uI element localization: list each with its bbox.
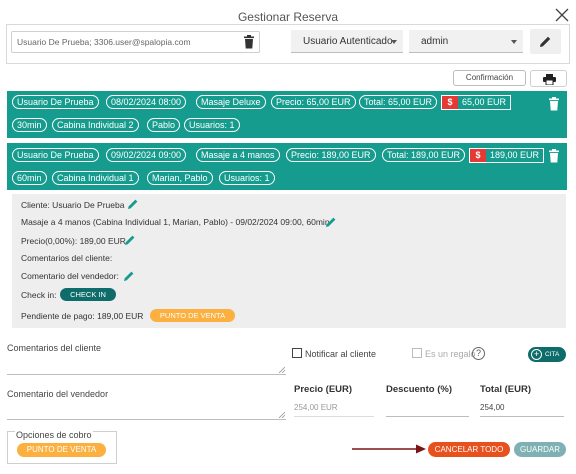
detail-seller-comment: Comentario del vendedor: xyxy=(21,271,119,281)
edit-button[interactable] xyxy=(530,29,561,54)
detail-client-comments: Comentarios del cliente: xyxy=(21,253,113,263)
pencil-icon[interactable] xyxy=(325,216,337,228)
paid-badge: $65,00 EUR xyxy=(441,95,512,110)
client-comments-textarea[interactable] xyxy=(7,374,286,375)
printer-icon xyxy=(543,74,556,85)
pencil-icon[interactable] xyxy=(124,234,136,246)
notify-client-label: Notificar al cliente xyxy=(305,349,377,359)
booking-service-chip: Masaje Deluxe xyxy=(196,95,266,109)
booking-staff-chip: Pablo xyxy=(147,118,181,132)
booking-client-chip: Usuario De Prueba xyxy=(12,148,99,162)
gift-checkbox[interactable] xyxy=(412,348,422,358)
detail-service: Masaje a 4 manos (Cabina Individual 1, M… xyxy=(21,217,330,227)
paid-amount: 189,00 EUR xyxy=(486,149,544,162)
pencil-icon xyxy=(540,36,551,47)
operator-value: admin xyxy=(421,36,449,47)
detail-client: Cliente: Usuario De Prueba xyxy=(21,200,125,210)
booking-users-chip: Usuarios: 1 xyxy=(219,171,275,185)
pencil-icon[interactable] xyxy=(123,270,135,282)
gift-label: Es un regalo xyxy=(425,349,476,359)
total-value: 254,00 xyxy=(480,403,505,412)
save-button[interactable]: GUARDAR xyxy=(514,442,566,457)
pos-button[interactable]: PUNTO DE VENTA xyxy=(17,443,106,457)
price-header: Precio (EUR) xyxy=(294,384,353,395)
close-icon[interactable] xyxy=(553,6,571,24)
booking-users-chip: Usuarios: 1 xyxy=(184,118,240,132)
booking-duration-chip: 60min xyxy=(12,171,47,185)
booking-price-chip: Precio: 65,00 EUR xyxy=(271,95,356,109)
chevron-down-icon xyxy=(511,40,517,44)
booking-room-chip: Cabina Individual 1 xyxy=(52,171,139,185)
cita-label: CITA xyxy=(545,351,560,358)
booking-staff-chip: Marian, Pablo xyxy=(147,171,213,185)
user-type-select[interactable]: Usuario Autenticado xyxy=(291,30,403,53)
booking-service-chip: Masaje a 4 manos xyxy=(196,148,280,162)
help-icon[interactable]: ? xyxy=(472,347,485,360)
detail-price: Precio(0,00%): 189,00 EUR xyxy=(21,236,126,246)
dollar-icon: $ xyxy=(442,96,458,109)
dollar-icon: $ xyxy=(470,149,486,162)
payment-options-label: Opciones de cobro xyxy=(15,430,93,440)
detail-checkin-label: Check in: xyxy=(21,290,57,300)
detail-pending-payment: Pendiente de pago: 189,00 EUR xyxy=(21,311,144,321)
booking-duration-chip: 30min xyxy=(12,118,47,132)
trash-icon[interactable] xyxy=(243,35,255,49)
booking-date-chip: 08/02/2024 08:00 xyxy=(106,95,187,109)
booking-total-chip: Total: 189,00 EUR xyxy=(382,148,466,162)
total-header: Total (EUR) xyxy=(480,384,532,395)
price-value: 254,00 EUR xyxy=(294,403,338,412)
dialog-title: Gestionar Reserva xyxy=(237,10,339,24)
resize-handle-icon[interactable] xyxy=(279,367,285,373)
checkin-button[interactable]: CHECK IN xyxy=(60,288,116,301)
plus-icon: + xyxy=(531,349,542,360)
trash-icon[interactable] xyxy=(548,97,560,111)
print-button[interactable] xyxy=(530,70,567,87)
seller-comment-textarea[interactable] xyxy=(7,419,286,420)
booking-client-chip: Usuario De Prueba xyxy=(12,95,99,109)
booking-room-chip: Cabina Individual 2 xyxy=(52,118,139,132)
client-field[interactable]: Usuario De Prueba; 3306.user@spalopia.co… xyxy=(11,31,260,53)
discount-field[interactable] xyxy=(386,416,469,417)
cancel-all-button[interactable]: CANCELAR TODO xyxy=(428,442,510,457)
resize-handle-icon[interactable] xyxy=(279,412,285,418)
booking-total-chip: Total: 65,00 EUR xyxy=(359,95,438,109)
chevron-down-icon xyxy=(391,40,397,44)
trash-icon[interactable] xyxy=(548,149,560,163)
client-comments-label: Comentarios del cliente xyxy=(7,343,102,353)
user-type-value: Usuario Autenticado xyxy=(303,36,393,47)
pos-button[interactable]: PUNTO DE VENTA xyxy=(150,309,235,322)
total-field[interactable] xyxy=(480,416,564,417)
pencil-icon[interactable] xyxy=(127,198,139,210)
notify-client-checkbox[interactable] xyxy=(292,348,302,358)
booking-date-chip: 09/02/2024 09:00 xyxy=(106,148,187,162)
seller-comment-label: Comentario del vendedor xyxy=(7,389,109,399)
price-field xyxy=(294,416,374,417)
discount-header: Descuento (%) xyxy=(386,384,452,395)
paid-badge: $189,00 EUR xyxy=(469,148,545,163)
booking-price-chip: Precio: 189,00 EUR xyxy=(286,148,376,162)
confirmation-button[interactable]: Confirmación xyxy=(453,70,526,86)
arrow-right-icon xyxy=(352,444,426,454)
paid-amount: 65,00 EUR xyxy=(458,96,511,109)
operator-select[interactable]: admin xyxy=(409,30,523,53)
